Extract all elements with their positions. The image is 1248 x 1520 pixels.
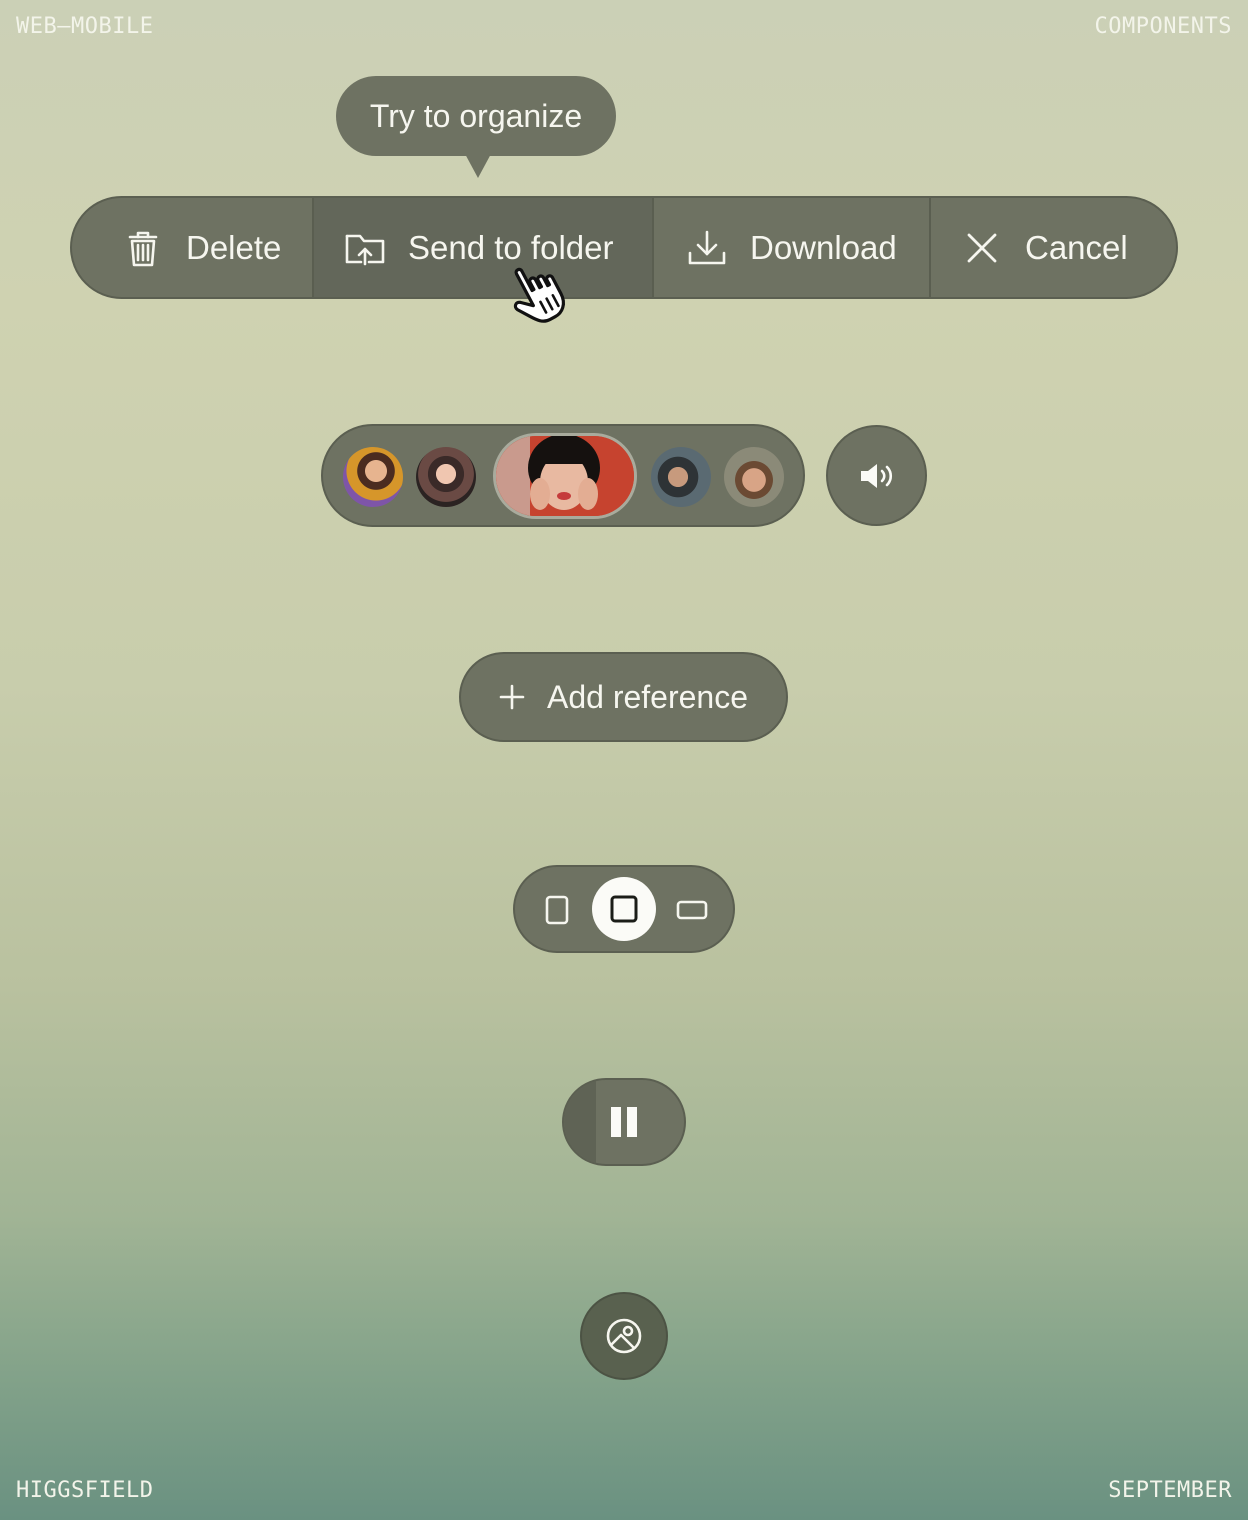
hand-cursor-icon: [513, 267, 565, 323]
download-icon: [688, 230, 726, 264]
plus-icon: [499, 684, 525, 710]
add-reference-label: Add reference: [546, 678, 748, 715]
sound-toggle-button[interactable]: [826, 425, 927, 526]
image-button[interactable]: [580, 1292, 668, 1380]
add-reference-button[interactable]: Add reference: [459, 652, 788, 742]
avatar-option-4[interactable]: [651, 447, 711, 507]
landscape-ratio-icon[interactable]: [675, 899, 709, 921]
image-icon: [606, 1318, 642, 1354]
close-icon: [967, 233, 997, 262]
avatar-option-5[interactable]: [724, 447, 784, 507]
corner-label-bottom-right: SEPTEMBER: [1108, 1478, 1232, 1503]
delete-button[interactable]: Delete: [72, 198, 314, 297]
download-label: Download: [750, 228, 897, 266]
selection-action-bar: Delete Send to folder Download Cancel: [70, 196, 1178, 299]
corner-label-top-right: COMPONENTS: [1094, 14, 1232, 39]
cancel-button[interactable]: Cancel: [931, 198, 1176, 297]
avatar-picker: [321, 424, 805, 527]
pause-button-shade: [564, 1080, 596, 1164]
pause-button[interactable]: [562, 1078, 686, 1166]
avatar-option-1[interactable]: [343, 447, 403, 507]
download-button[interactable]: Download: [654, 198, 931, 297]
delete-label: Delete: [186, 228, 282, 266]
pause-icon: [611, 1107, 637, 1137]
aspect-ratio-selector: [513, 865, 735, 953]
tooltip-tail: [464, 152, 492, 178]
tooltip: Try to organize: [336, 76, 616, 156]
speaker-icon: [860, 463, 892, 488]
avatar-selected-image: [496, 436, 634, 516]
avatar-option-2[interactable]: [416, 447, 476, 507]
folder-upload-icon: [345, 234, 385, 265]
square-ratio-option[interactable]: [592, 877, 656, 941]
corner-label-top-left: WEB–MOBILE: [16, 14, 154, 39]
send-to-folder-button[interactable]: Send to folder: [314, 198, 654, 297]
trash-icon: [128, 231, 158, 266]
cancel-label: Cancel: [1025, 228, 1128, 266]
square-ratio-icon: [610, 895, 638, 923]
portrait-ratio-icon[interactable]: [543, 895, 571, 927]
corner-label-bottom-left: HIGGSFIELD: [16, 1478, 154, 1503]
avatar-option-selected[interactable]: [493, 433, 637, 519]
